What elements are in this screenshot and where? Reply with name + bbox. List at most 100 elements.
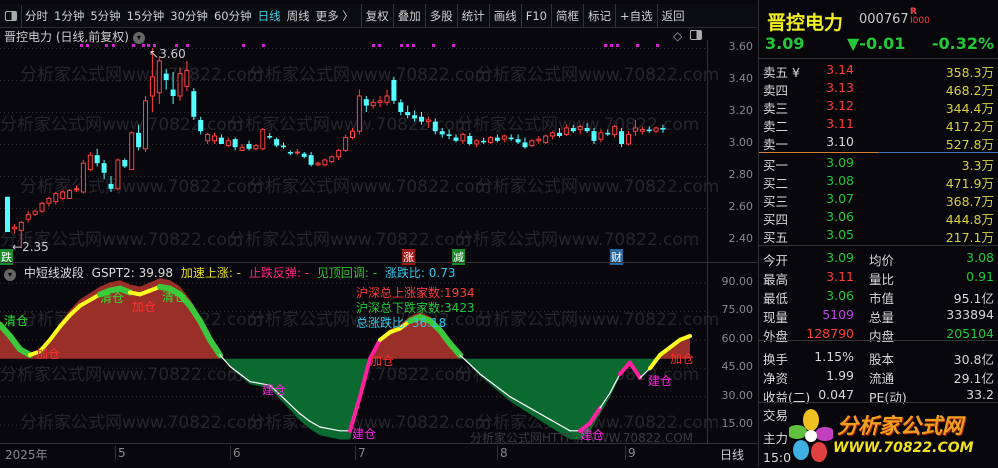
tab-period[interactable]: 30分钟 — [167, 8, 211, 24]
candle[interactable] — [619, 128, 625, 148]
toolbar-button[interactable]: 画线 — [488, 4, 521, 28]
tab-period[interactable]: 5分钟 — [87, 8, 123, 24]
candle[interactable] — [287, 150, 293, 156]
candle[interactable] — [646, 126, 652, 133]
candle[interactable] — [87, 152, 93, 172]
tab-period[interactable]: 分时 — [22, 8, 51, 24]
candle[interactable] — [501, 134, 507, 143]
toolbar-button[interactable]: 叠加 — [392, 4, 425, 28]
candle[interactable] — [453, 134, 459, 143]
toolbar-button[interactable]: 返回 — [656, 4, 689, 28]
candle[interactable] — [184, 60, 190, 92]
candle[interactable] — [60, 190, 66, 200]
candle[interactable] — [632, 120, 638, 136]
tab-period[interactable]: 1分钟 — [51, 8, 87, 24]
candle[interactable] — [80, 160, 86, 194]
panel-toggle-icon[interactable] — [690, 30, 702, 40]
candle[interactable] — [205, 132, 211, 144]
candle[interactable] — [274, 137, 280, 148]
candle[interactable] — [246, 140, 252, 151]
candle[interactable] — [232, 137, 238, 151]
candle[interactable] — [129, 131, 135, 171]
candle[interactable] — [377, 96, 383, 108]
candle[interactable] — [425, 116, 431, 128]
candle[interactable] — [363, 96, 369, 112]
candle[interactable] — [557, 128, 562, 138]
candle[interactable] — [591, 128, 597, 144]
candle[interactable] — [212, 132, 217, 144]
candle[interactable] — [191, 88, 197, 120]
candle[interactable] — [570, 124, 576, 133]
candle[interactable] — [577, 124, 583, 135]
tab-period[interactable]: 15分钟 — [124, 8, 168, 24]
candle[interactable] — [515, 134, 521, 144]
candle[interactable] — [301, 152, 307, 159]
candle[interactable] — [163, 68, 169, 90]
candle[interactable] — [336, 148, 342, 160]
candle[interactable] — [432, 118, 438, 135]
candle[interactable] — [39, 201, 45, 213]
candle[interactable] — [94, 148, 100, 167]
candle[interactable] — [660, 124, 666, 133]
candle[interactable] — [25, 211, 31, 223]
candle[interactable] — [108, 176, 114, 192]
candle[interactable] — [267, 132, 273, 140]
toolbar-button[interactable]: 简框 — [550, 4, 583, 28]
candle[interactable] — [494, 134, 500, 143]
candle[interactable] — [563, 124, 569, 136]
candle[interactable] — [143, 96, 148, 152]
candle[interactable] — [481, 137, 487, 144]
candle[interactable] — [356, 89, 362, 135]
candle[interactable] — [329, 155, 335, 164]
candle[interactable] — [398, 99, 404, 116]
price-chart[interactable] — [0, 40, 707, 262]
candle[interactable] — [467, 132, 473, 146]
candle[interactable] — [405, 105, 411, 119]
candle[interactable] — [446, 129, 452, 140]
candle[interactable] — [281, 142, 286, 149]
candle[interactable] — [584, 123, 590, 133]
candle[interactable] — [598, 129, 604, 143]
candle[interactable] — [253, 144, 259, 151]
candle[interactable] — [225, 137, 231, 148]
tab-period[interactable]: 60分钟 — [211, 8, 255, 24]
candle[interactable] — [536, 136, 542, 144]
toolbar-button[interactable]: 标记 — [582, 4, 615, 28]
candle[interactable] — [460, 132, 466, 144]
sidebar-toggle-icon[interactable] — [0, 5, 22, 27]
candle[interactable] — [156, 56, 162, 104]
candle[interactable] — [474, 139, 480, 148]
candle[interactable] — [46, 196, 52, 207]
candle[interactable] — [508, 134, 514, 141]
toolbar-button[interactable]: 复权 — [360, 4, 393, 28]
candle[interactable] — [419, 112, 424, 125]
candle[interactable] — [612, 124, 618, 138]
candle[interactable] — [122, 158, 128, 168]
toolbar-button[interactable]: +自选 — [614, 4, 657, 28]
candle[interactable] — [11, 224, 17, 234]
candle[interactable] — [32, 209, 38, 216]
candle[interactable] — [439, 128, 445, 138]
candle[interactable] — [488, 136, 493, 144]
tab-period[interactable]: 周线 — [284, 8, 313, 24]
candle[interactable] — [529, 139, 535, 148]
candle[interactable] — [177, 67, 183, 101]
candle[interactable] — [308, 152, 314, 167]
candle[interactable] — [370, 99, 376, 109]
period-label[interactable]: 日线 — [718, 446, 744, 463]
candle[interactable] — [322, 158, 328, 167]
candle[interactable] — [543, 134, 549, 144]
candle[interactable] — [350, 128, 355, 140]
candle[interactable] — [605, 129, 611, 136]
candle[interactable] — [67, 188, 73, 199]
tab-period[interactable]: 日线 — [255, 8, 284, 24]
candle[interactable] — [218, 134, 224, 144]
candle[interactable] — [53, 192, 59, 205]
candle[interactable] — [626, 131, 631, 146]
candle[interactable] — [170, 72, 176, 104]
candle[interactable] — [522, 137, 528, 149]
candle[interactable] — [74, 185, 79, 192]
candle[interactable] — [5, 196, 10, 232]
candle[interactable] — [260, 128, 266, 151]
toolbar-button[interactable]: F10 — [520, 4, 551, 28]
